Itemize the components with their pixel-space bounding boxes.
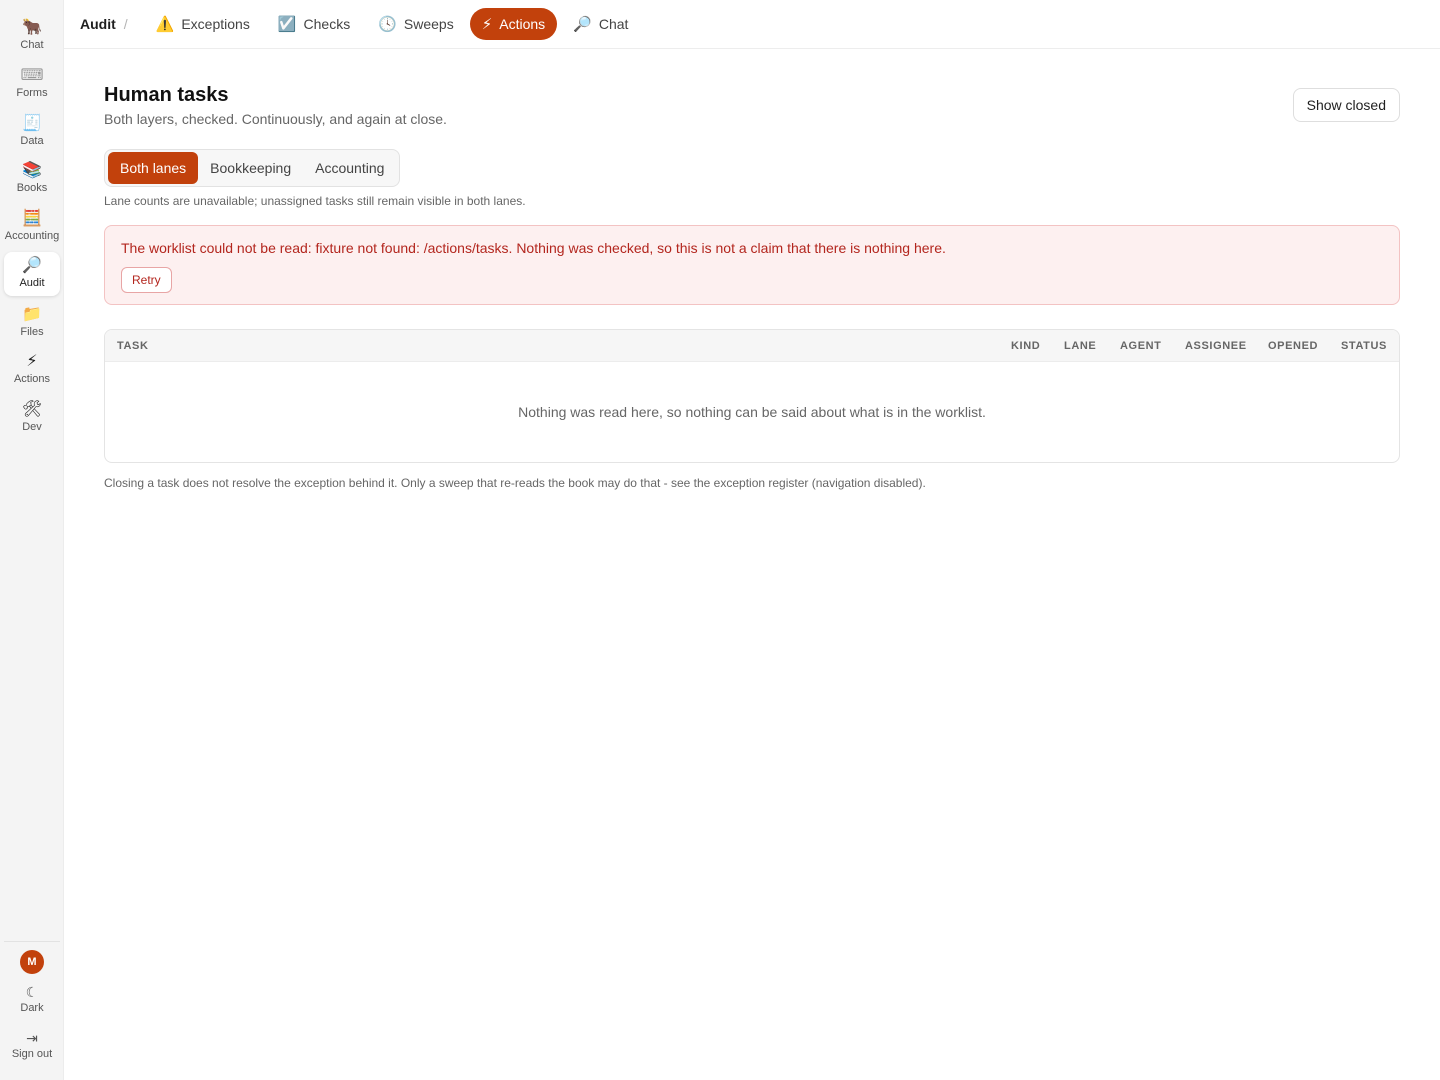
column-header-kind[interactable]: KIND (1011, 330, 1040, 362)
folder-icon: 📁 (22, 306, 42, 323)
sidebar-item-books[interactable]: 📚 Books (4, 157, 60, 201)
lightning-icon: ⚡ (481, 16, 493, 33)
error-banner: The worklist could not be read: fixture … (104, 225, 1400, 305)
tab-chat[interactable]: 🔎 Chat (561, 8, 640, 40)
lane-bookkeeping[interactable]: Bookkeeping (198, 152, 303, 184)
sidebar-item-label: Dev (22, 421, 42, 433)
sidebar-item-accounting[interactable]: 🧮 Accounting (4, 205, 60, 249)
sidebar: 🐂 Chat ⌨ Forms 🧾 Data 📚 Books 🧮 Accounti… (0, 0, 64, 1080)
sidebar-item-label: Files (20, 326, 44, 338)
lightning-icon: ⚡ (26, 353, 38, 370)
sidebar-item-label: Accounting (4, 230, 60, 242)
sidebar-item-label: Actions (13, 373, 51, 385)
table-empty-message: Nothing was read here, so nothing can be… (518, 404, 986, 420)
column-header-lane[interactable]: LANE (1064, 330, 1096, 362)
page-title: Human tasks (104, 84, 229, 106)
sidebar-item-label: Books (16, 182, 48, 194)
dark-mode-toggle[interactable]: ☾ Dark (4, 983, 60, 1014)
column-header-status[interactable]: STATUS (1341, 330, 1387, 362)
dark-mode-label: Dark (20, 1002, 44, 1014)
sidebar-item-chat[interactable]: 🐂 Chat (4, 14, 60, 58)
warning-icon: ⚠️ (155, 16, 175, 33)
sign-out-label: Sign out (11, 1048, 53, 1060)
tab-sweeps[interactable]: 🕓 Sweeps (366, 8, 466, 40)
tools-icon: 🛠 (21, 401, 43, 418)
column-header-agent[interactable]: AGENT (1120, 330, 1162, 362)
sidebar-item-dev[interactable]: 🛠 Dev (4, 396, 60, 440)
retry-button[interactable]: Retry (121, 267, 172, 293)
tab-label: Actions (499, 16, 546, 32)
show-closed-button[interactable]: Show closed (1292, 88, 1400, 122)
sidebar-item-files[interactable]: 📁 Files (4, 301, 60, 345)
lane-switch: Both lanes Bookkeeping Accounting (104, 149, 401, 187)
lane-accounting[interactable]: Accounting (303, 152, 396, 184)
check-box-icon: ☑️ (277, 16, 297, 33)
moon-icon: ☾ (25, 984, 39, 1000)
breadcrumb-separator: / (123, 16, 128, 32)
sign-out-icon: ⇥ (26, 1030, 38, 1046)
magnifier-icon: 🔎 (573, 16, 592, 33)
tab-label: Checks (303, 16, 351, 32)
sign-out-button[interactable]: ⇥ Sign out (4, 1029, 60, 1060)
breadcrumb[interactable]: Audit (80, 16, 116, 32)
sidebar-divider (4, 941, 60, 942)
tab-exceptions[interactable]: ⚠️ Exceptions (144, 8, 262, 40)
sidebar-item-audit[interactable]: 🔎 Audit (4, 252, 60, 296)
sidebar-item-label: Chat (20, 39, 44, 51)
sidebar-item-label: Forms (16, 87, 48, 99)
footer-note: Closing a task does not resolve the exce… (104, 476, 926, 490)
clock-icon: 🕓 (378, 16, 397, 33)
page-subtitle: Both layers, checked. Continuously, and … (104, 111, 447, 127)
lane-both[interactable]: Both lanes (108, 152, 199, 184)
receipt-icon: 🧾 (22, 115, 42, 132)
sidebar-item-actions[interactable]: ⚡ Actions (4, 348, 60, 392)
column-header-assignee[interactable]: ASSIGNEE (1185, 330, 1247, 362)
tab-label: Exceptions (181, 16, 250, 32)
lane-note: Lane counts are unavailable; unassigned … (104, 194, 526, 208)
avatar[interactable]: M (20, 950, 44, 974)
books-icon: 📚 (22, 162, 42, 179)
tab-label: Chat (598, 16, 629, 32)
tab-actions[interactable]: ⚡ Actions (469, 8, 558, 40)
keyboard-icon: ⌨ (20, 67, 44, 84)
magnifier-icon: 🔎 (22, 257, 42, 274)
sidebar-item-label: Data (20, 135, 44, 147)
column-header-task[interactable]: TASK (117, 330, 149, 362)
error-message: The worklist could not be read: fixture … (121, 240, 946, 256)
ox-icon: 🐂 (22, 19, 42, 36)
column-header-opened[interactable]: OPENED (1268, 330, 1318, 362)
sidebar-item-forms[interactable]: ⌨ Forms (4, 62, 60, 106)
tasks-table: TASK KIND LANE AGENT ASSIGNEE OPENED STA… (104, 329, 1400, 463)
top-bar: Audit / ⚠️ Exceptions ☑️ Checks 🕓 Sweeps… (64, 0, 1440, 49)
sidebar-item-label: Audit (19, 277, 45, 289)
table-header: TASK KIND LANE AGENT ASSIGNEE OPENED STA… (105, 330, 1399, 362)
tab-label: Sweeps (403, 16, 454, 32)
tab-checks[interactable]: ☑️ Checks (266, 8, 362, 40)
sidebar-item-data[interactable]: 🧾 Data (4, 110, 60, 154)
abacus-icon: 🧮 (22, 210, 42, 227)
